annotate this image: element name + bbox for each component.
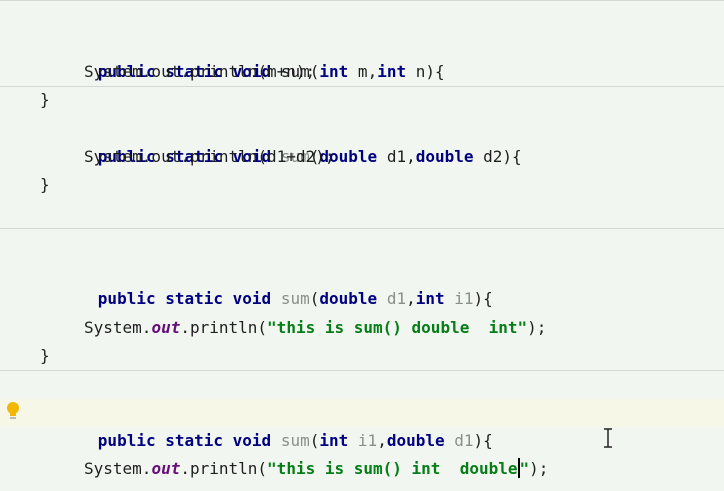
closing-brace: } (40, 484, 50, 491)
closing-brace: } (40, 175, 50, 194)
modifiers-keyword: public static void (97, 431, 272, 450)
param-type: double (386, 431, 445, 450)
method-separator (0, 0, 724, 1)
param-name: d1 (454, 431, 474, 450)
code-editor[interactable]: public static void sum(int m,int n){ Sys… (0, 0, 724, 491)
param-name: i1 (357, 431, 378, 450)
text-cursor-icon (604, 428, 612, 448)
code-line[interactable]: public static void sum(double d1,int i1)… (0, 229, 724, 308)
code-line[interactable]: } (0, 456, 724, 491)
code-line[interactable]: System.out.println("this is sum() double… (0, 286, 724, 337)
code-line[interactable]: } (0, 314, 724, 365)
closing-brace: } (40, 346, 50, 365)
current-line[interactable]: System.out.println("this is sum() int do… (0, 399, 724, 478)
code-line[interactable]: } (0, 58, 724, 109)
param-type: int (319, 431, 349, 450)
code-line[interactable]: public static void sum(double d1,double … (0, 87, 724, 166)
lightbulb-icon[interactable] (6, 401, 20, 421)
code-line[interactable]: System.out.println(d1+d2); (0, 115, 724, 166)
code-line[interactable]: System.out.println(m+n); (0, 30, 724, 81)
method-name: sum (280, 431, 310, 450)
code-line[interactable]: } (0, 143, 724, 194)
code-line[interactable]: public static void sum(int m,int n){ (0, 2, 724, 81)
code-line[interactable]: public static void sum(int i1,double d1)… (0, 371, 724, 450)
